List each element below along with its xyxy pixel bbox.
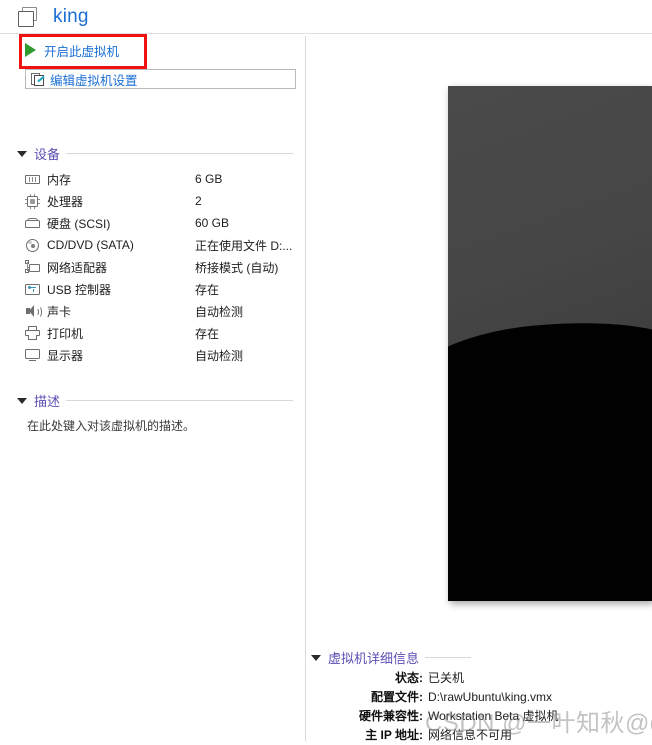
device-list: 内存 6 GB 处理器 2 硬盘 (SCSI) 60 GB CD/DVD (SA…	[25, 168, 295, 366]
details-section-header[interactable]: 虚拟机详细信息	[311, 648, 471, 667]
table-row: 状态: 已关机	[311, 669, 652, 688]
details-section-title: 虚拟机详细信息	[328, 651, 420, 666]
table-row[interactable]: 声卡 自动检测	[25, 300, 295, 322]
device-name: 硬盘 (SCSI)	[47, 216, 111, 231]
power-on-label: 开启此虚拟机	[44, 44, 120, 59]
description-section-title: 描述	[34, 394, 61, 409]
table-row: 配置文件: D:\rawUbuntu\king.vmx	[311, 688, 652, 707]
header-divider	[306, 33, 652, 34]
devices-section-header[interactable]: 设备	[17, 144, 293, 163]
pane-divider[interactable]	[305, 36, 306, 741]
device-value: 2	[195, 194, 202, 208]
play-icon	[25, 43, 36, 57]
device-value: 存在	[195, 326, 220, 341]
device-name: USB 控制器	[47, 282, 112, 297]
section-divider	[66, 400, 293, 401]
vm-screen-image	[448, 86, 652, 601]
description-section-header[interactable]: 描述	[17, 391, 293, 410]
edit-settings-icon	[31, 72, 45, 86]
caret-down-icon	[17, 397, 27, 404]
detail-value: D:\rawUbuntu\king.vmx	[428, 690, 553, 704]
edit-vm-settings-label: 编辑虚拟机设置	[50, 73, 138, 88]
caret-down-icon	[311, 654, 321, 661]
table-row[interactable]: 网络适配器 桥接模式 (自动)	[25, 256, 295, 278]
virtual-machine-icon	[18, 6, 40, 28]
table-row[interactable]: 处理器 2	[25, 190, 295, 212]
memory-icon	[25, 172, 41, 187]
table-row[interactable]: USB 控制器 存在	[25, 278, 295, 300]
device-name: 网络适配器	[47, 260, 108, 275]
sound-card-icon	[25, 304, 42, 319]
vm-screen-dark-region	[448, 310, 652, 601]
device-value: 自动检测	[195, 348, 244, 363]
device-value: 6 GB	[195, 172, 223, 186]
table-row[interactable]: 显示器 自动检测	[25, 344, 295, 366]
table-row[interactable]: CD/DVD (SATA) 正在使用文件 D:...	[25, 234, 295, 256]
power-on-button[interactable]: 开启此虚拟机	[25, 39, 119, 61]
vm-preview-thumbnail[interactable]	[448, 86, 652, 601]
device-value: 桥接模式 (自动)	[195, 260, 279, 275]
device-value: 正在使用文件 D:...	[195, 238, 293, 253]
usb-icon	[25, 282, 41, 297]
detail-label: 主 IP 地址:	[365, 728, 423, 742]
device-value: 自动检测	[195, 304, 244, 319]
page-title: king	[53, 6, 89, 27]
device-value: 60 GB	[195, 216, 230, 230]
cpu-icon	[25, 193, 41, 209]
devices-section-title: 设备	[34, 147, 61, 162]
table-row: 主 IP 地址: 网络信息不可用	[311, 726, 652, 745]
detail-label: 状态:	[395, 671, 423, 685]
device-name: 处理器	[47, 194, 84, 209]
detail-value: 已关机	[428, 671, 465, 685]
harddisk-icon	[25, 216, 41, 231]
description-input[interactable]: 在此处键入对该虚拟机的描述。	[27, 417, 195, 434]
vm-summary-pane: 开启此虚拟机 编辑虚拟机设置 设备 内存 6 GB 处理器 2 硬盘 (SCSI…	[0, 33, 305, 741]
device-name: 内存	[47, 172, 72, 187]
cd-dvd-icon	[25, 238, 41, 253]
caret-down-icon	[17, 150, 27, 157]
display-icon	[25, 348, 41, 363]
device-name: 打印机	[47, 326, 84, 341]
table-row[interactable]: 内存 6 GB	[25, 168, 295, 190]
section-divider	[66, 153, 293, 154]
detail-label: 硬件兼容性:	[359, 709, 423, 723]
device-name: CD/DVD (SATA)	[47, 238, 134, 252]
table-row[interactable]: 打印机 存在	[25, 322, 295, 344]
section-divider	[425, 657, 471, 658]
table-row: 硬件兼容性: Workstation Beta 虚拟机	[311, 707, 652, 726]
device-value: 存在	[195, 282, 220, 297]
vm-details-table: 状态: 已关机 配置文件: D:\rawUbuntu\king.vmx 硬件兼容…	[311, 669, 652, 745]
device-name: 显示器	[47, 348, 84, 363]
detail-label: 配置文件:	[371, 690, 423, 704]
edit-vm-settings-button[interactable]: 编辑虚拟机设置	[25, 69, 296, 89]
network-icon	[25, 259, 41, 275]
printer-icon	[25, 325, 41, 341]
detail-value: Workstation Beta 虚拟机	[428, 709, 559, 723]
table-row[interactable]: 硬盘 (SCSI) 60 GB	[25, 212, 295, 234]
device-name: 声卡	[47, 304, 72, 319]
detail-value: 网络信息不可用	[428, 728, 513, 742]
vm-title-bar: king	[0, 0, 652, 33]
